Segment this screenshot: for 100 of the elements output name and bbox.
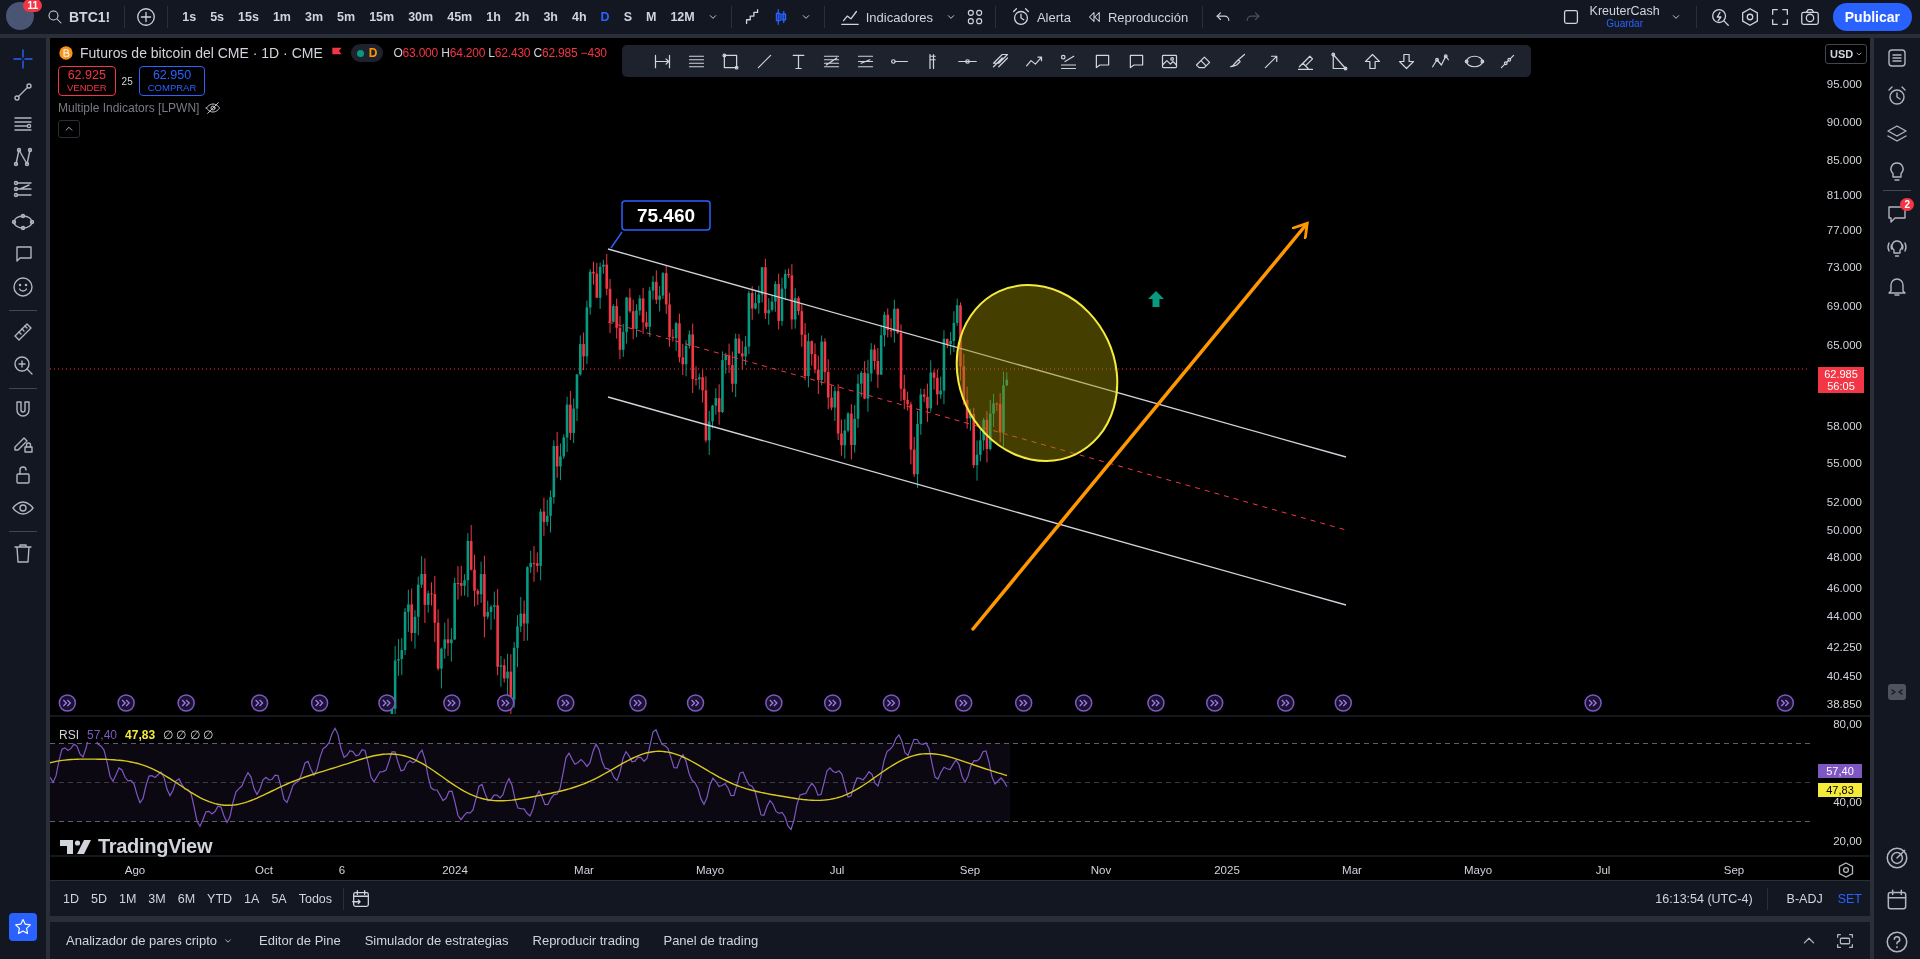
range-button[interactable]: 1A	[239, 888, 265, 909]
interval-button[interactable]: D	[596, 7, 614, 27]
help-icon[interactable]	[1884, 929, 1910, 955]
panel-tab[interactable]: Panel de trading	[655, 929, 767, 952]
range-button[interactable]: 1D	[58, 888, 84, 909]
time-label: 6	[338, 864, 346, 876]
channel-midline[interactable]	[607, 321, 1347, 531]
adjustment-toggle[interactable]: B-ADJ	[1781, 888, 1828, 909]
publish-button[interactable]: Publicar	[1832, 3, 1912, 31]
range-button[interactable]: Todos	[293, 888, 338, 909]
interval-button[interactable]: 5s	[206, 7, 229, 27]
interval-button[interactable]: 2h	[510, 7, 534, 27]
triangle-icon[interactable]	[1328, 50, 1350, 72]
event-marker-icon[interactable]	[443, 694, 461, 712]
interval-button[interactable]: 4h	[568, 7, 591, 27]
ohlc-values: O63.000 H64.200 L62.430 C62.985 −430	[393, 46, 607, 60]
event-marker-icon[interactable]	[496, 694, 515, 712]
up-arrow-icon[interactable]	[1148, 291, 1164, 307]
event-marker-icon[interactable]	[1276, 694, 1295, 712]
interval-button[interactable]: 1h	[482, 7, 505, 27]
time-label: Mar	[574, 864, 594, 876]
price-label: 48.000	[1826, 551, 1862, 563]
event-marker-icon[interactable]	[378, 694, 396, 712]
interval-button[interactable]: 12M	[666, 7, 699, 27]
panel-tab[interactable]: Reproducir trading	[524, 929, 648, 952]
buy-button[interactable]: 62.950 COMPRAR	[138, 66, 206, 97]
price-label: 42.250	[1826, 641, 1862, 653]
interval-button[interactable]: 1m	[268, 7, 295, 27]
rsi-ma-value: 47,83	[124, 728, 157, 742]
watchlist-icon[interactable]	[1885, 46, 1909, 70]
time-label: 2024	[442, 864, 468, 876]
session-status: D	[350, 44, 384, 62]
time-label: Ago	[124, 864, 146, 876]
panel-tab[interactable]: Simulador de estrategias	[356, 929, 517, 952]
rsi-scale-label: 20,00	[1833, 835, 1862, 847]
time-label: Sep	[959, 864, 981, 876]
interval-button[interactable]: S	[619, 7, 636, 27]
event-marker-icon[interactable]	[882, 694, 901, 712]
replay-button[interactable]: Reproducción	[1080, 5, 1193, 29]
layout-name[interactable]: KreuterCash	[1589, 4, 1660, 18]
event-marker-icon[interactable]	[177, 694, 195, 712]
symbol-search[interactable]: BTC1!	[42, 5, 115, 29]
price-label: 46.000	[1826, 582, 1862, 594]
event-marker-icon[interactable]	[1584, 694, 1602, 712]
favorites-button[interactable]	[9, 913, 37, 941]
clock-time[interactable]: 16:13:54 (UTC-4)	[1655, 891, 1753, 906]
hidden-eye-icon[interactable]	[205, 100, 222, 117]
event-marker-icon[interactable]	[556, 694, 575, 712]
highlight-ellipse[interactable]	[955, 284, 1119, 462]
chat-button[interactable]: 2	[1880, 197, 1914, 231]
interval-button[interactable]: M	[642, 7, 661, 27]
indicators-button[interactable]: Indicadores	[834, 3, 937, 31]
channel-line[interactable]	[607, 396, 1347, 606]
event-marker-icon[interactable]	[1147, 694, 1165, 712]
interval-button[interactable]: 3m	[301, 7, 328, 27]
target-icon[interactable]	[1884, 845, 1910, 871]
event-marker-icon[interactable]	[823, 694, 842, 712]
interval-button[interactable]: 1s	[178, 7, 201, 27]
interval-button[interactable]: 5m	[333, 7, 360, 27]
panel-tab[interactable]: Editor de Pine	[251, 929, 349, 952]
channel-line[interactable]	[607, 248, 1347, 458]
range-button[interactable]: 6M	[172, 888, 201, 909]
alert-button[interactable]: Alerta	[1005, 3, 1075, 31]
event-marker-icon[interactable]	[250, 694, 269, 712]
sell-button[interactable]: 62.925 VENDER	[58, 66, 116, 97]
interval-button[interactable]: 15m	[365, 7, 399, 27]
range-button[interactable]: 1M	[113, 888, 142, 909]
event-marker-icon[interactable]	[310, 694, 329, 712]
event-marker-icon[interactable]	[1014, 694, 1033, 712]
event-marker-icon[interactable]	[1074, 694, 1093, 712]
session-toggle[interactable]: SET	[1837, 891, 1862, 906]
event-marker-icon[interactable]	[1205, 694, 1224, 712]
panel-tab[interactable]: Analizador de pares cripto	[58, 929, 244, 952]
event-marker-icon[interactable]	[765, 694, 783, 712]
rsi-value-label: 57,40	[1818, 764, 1862, 778]
time-label: Mar	[1342, 864, 1362, 876]
currency-dropdown[interactable]: USD	[1825, 44, 1867, 64]
symbol-title: Futuros de bitcoin del CME · 1D · CME	[80, 45, 323, 61]
range-button[interactable]: 3M	[143, 888, 171, 909]
interval-button[interactable]: 15s	[234, 7, 263, 27]
event-marker-icon[interactable]	[1776, 694, 1795, 712]
price-label: 95.000	[1826, 78, 1862, 90]
event-marker-icon[interactable]	[1334, 694, 1353, 712]
add-symbol-icon[interactable]	[135, 6, 158, 28]
event-marker-icon[interactable]	[954, 694, 973, 712]
range-button[interactable]: 5D	[86, 888, 112, 909]
camera-icon[interactable]	[1798, 6, 1821, 28]
settings-icon[interactable]	[1838, 862, 1854, 878]
save-status[interactable]: Guardar	[1606, 19, 1643, 30]
trend-arrow[interactable]	[971, 221, 1309, 631]
range-button[interactable]: YTD	[202, 888, 238, 909]
interval-button[interactable]: 3h	[539, 7, 562, 27]
interval-button[interactable]: 30m	[404, 7, 438, 27]
interval-button[interactable]: 45m	[443, 7, 477, 27]
event-marker-icon[interactable]	[686, 694, 705, 712]
range-button[interactable]: 5A	[266, 888, 292, 909]
price-label: 44.000	[1826, 610, 1862, 622]
event-marker-icon[interactable]	[629, 694, 647, 712]
event-marker-icon[interactable]	[117, 694, 135, 712]
event-marker-icon[interactable]	[58, 694, 77, 712]
